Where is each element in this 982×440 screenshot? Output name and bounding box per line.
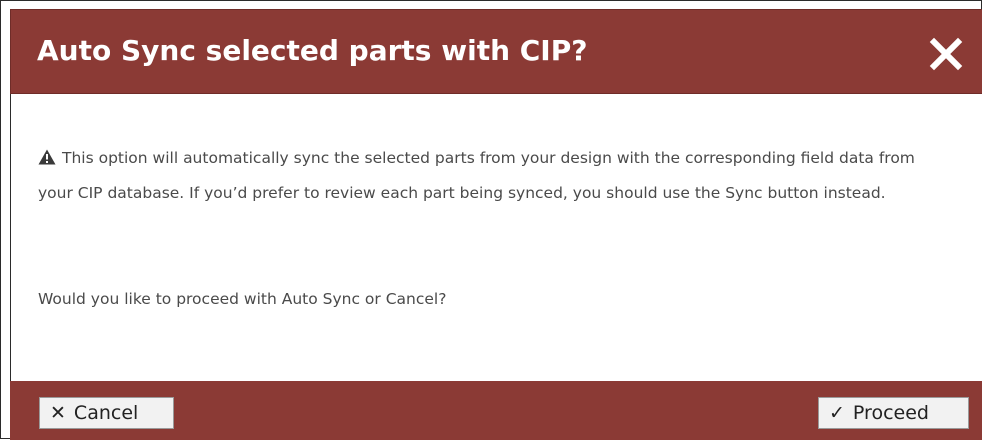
dialog-footer: ✕ Cancel ✓ Proceed <box>10 381 982 440</box>
dialog-title: Auto Sync selected parts with CIP? <box>37 34 588 67</box>
x-icon: ✕ <box>50 402 66 424</box>
dialog-header: Auto Sync selected parts with CIP? <box>10 9 982 94</box>
warning-message: This option will automatically sync the … <box>38 141 948 211</box>
checkmark-icon: ✓ <box>829 402 845 424</box>
proceed-button-label: Proceed <box>852 402 929 424</box>
warning-text: This option will automatically sync the … <box>38 149 915 202</box>
dialog-body: This option will automatically sync the … <box>10 94 982 381</box>
cancel-button-label: Cancel <box>73 402 139 424</box>
close-icon <box>929 37 963 71</box>
close-button[interactable] <box>924 32 968 76</box>
cancel-button[interactable]: ✕ Cancel <box>39 397 174 429</box>
auto-sync-dialog: Auto Sync selected parts with CIP? This … <box>0 0 982 440</box>
warning-triangle-icon <box>38 149 56 165</box>
proceed-button[interactable]: ✓ Proceed <box>818 397 969 429</box>
confirmation-question: Would you like to proceed with Auto Sync… <box>38 290 447 308</box>
